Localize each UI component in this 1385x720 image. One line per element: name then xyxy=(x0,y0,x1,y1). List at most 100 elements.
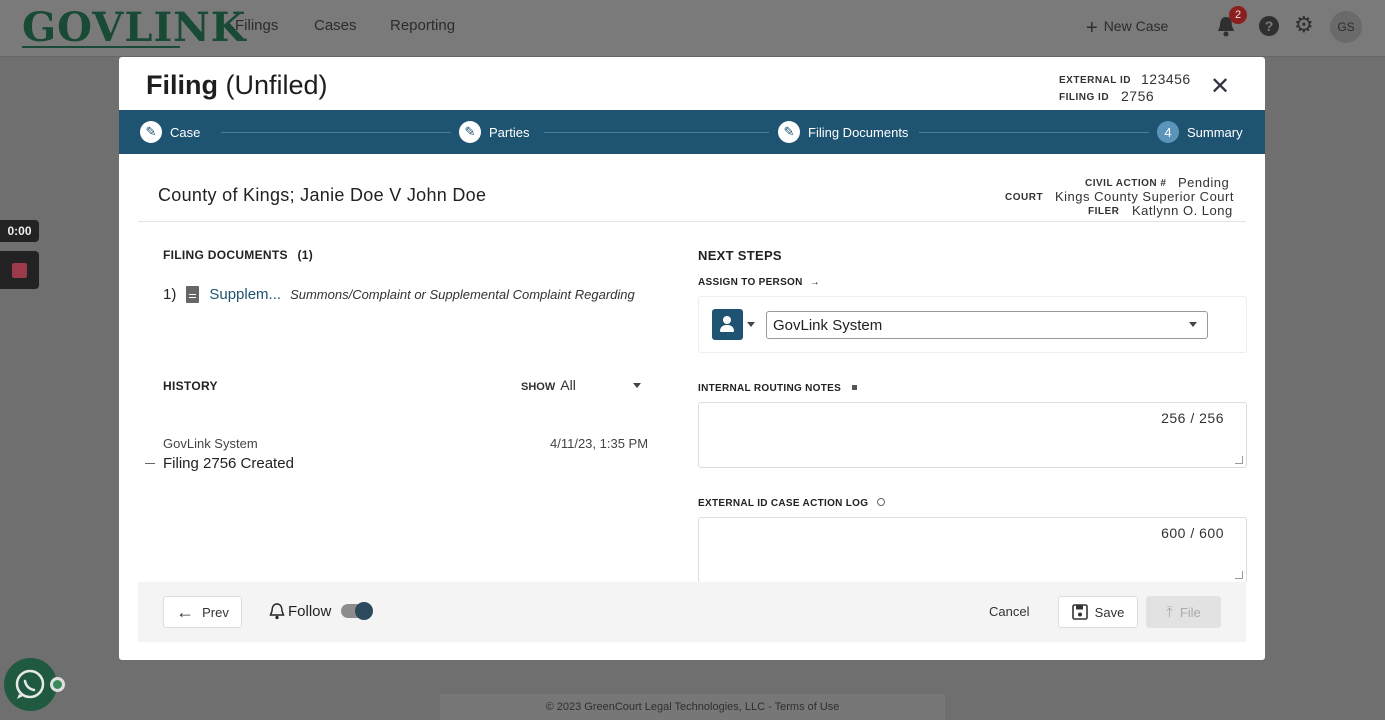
assign-to-person-label: ASSIGN TO PERSON → xyxy=(698,277,820,288)
upload-icon: ⤒ xyxy=(1166,603,1173,621)
assignee-select[interactable]: GovLink System xyxy=(766,311,1208,339)
court-value: Kings County Superior Court xyxy=(1055,189,1234,204)
modal-title-main: Filing xyxy=(146,70,218,100)
resize-handle[interactable] xyxy=(1235,571,1243,579)
filer-label: FILER xyxy=(1088,206,1120,217)
bell-outline-icon xyxy=(269,603,285,620)
step-label: Filing Documents xyxy=(808,124,909,140)
document-icon xyxy=(186,286,200,303)
civil-action-value: Pending xyxy=(1178,175,1230,190)
file-button[interactable]: ⤒ File xyxy=(1146,596,1221,628)
follow-control[interactable]: Follow xyxy=(269,602,331,620)
step-summary[interactable]: 4 Summary xyxy=(1157,121,1243,143)
history-event: Filing 2756 Created xyxy=(163,455,294,472)
footer: © 2023 GreenCourt Legal Technologies, LL… xyxy=(440,694,945,720)
close-icon[interactable]: ✕ xyxy=(1210,73,1230,101)
gear-icon[interactable]: ⚙ xyxy=(1294,14,1314,36)
civil-action-label: CIVIL ACTION # xyxy=(1085,178,1167,189)
govlink-logo[interactable]: GOVLINK xyxy=(22,4,247,51)
step-number: 4 xyxy=(1157,121,1179,143)
new-case-button[interactable]: + New Case xyxy=(1086,17,1168,40)
nav-cases[interactable]: Cases xyxy=(314,17,357,34)
nav-filings[interactable]: Filings xyxy=(235,17,278,34)
history-filter-select[interactable]: SHOW All xyxy=(521,377,576,393)
character-counter: 256 / 256 xyxy=(1161,410,1224,426)
cancel-button[interactable]: Cancel xyxy=(989,604,1029,619)
arrow-right-icon: → xyxy=(809,277,821,288)
top-nav: GOVLINK Filings Cases Reporting + New Cas… xyxy=(0,0,1385,57)
resize-handle[interactable] xyxy=(1235,456,1243,464)
court-label: COURT xyxy=(1005,192,1044,203)
follow-toggle-knob[interactable] xyxy=(355,602,373,620)
external-id-value: 123456 xyxy=(1141,71,1191,87)
document-index: 1) xyxy=(163,286,177,303)
nav-reporting[interactable]: Reporting xyxy=(390,17,455,34)
external-id-label: EXTERNAL ID xyxy=(1059,75,1131,86)
recording-timer: 0:00 xyxy=(0,220,39,242)
step-label: Summary xyxy=(1187,124,1243,140)
case-title: County of Kings; Janie Doe V John Doe xyxy=(158,185,487,205)
timeline-marker xyxy=(145,463,155,464)
chevron-down-icon[interactable] xyxy=(633,383,641,388)
pencil-icon: ✎ xyxy=(459,121,481,143)
filer-value: Katlynn O. Long xyxy=(1132,203,1233,218)
stop-recording-button[interactable] xyxy=(0,251,39,289)
routing-label-text: INTERNAL ROUTING NOTES xyxy=(698,383,842,394)
pencil-icon: ✎ xyxy=(778,121,800,143)
document-link[interactable]: Supplem... xyxy=(209,286,281,303)
arrow-left-icon: ← xyxy=(176,601,195,622)
person-icon xyxy=(723,316,731,324)
internal-routing-notes-label: INTERNAL ROUTING NOTES xyxy=(698,383,858,394)
pencil-icon: ✎ xyxy=(140,121,162,143)
prev-label: Prev xyxy=(202,604,229,620)
step-filing-documents[interactable]: ✎ Filing Documents xyxy=(778,121,908,143)
avatar[interactable]: GS xyxy=(1330,11,1362,43)
assign-label-text: ASSIGN TO PERSON xyxy=(698,277,803,288)
prev-button[interactable]: ← Prev xyxy=(163,596,242,628)
next-steps-heading: NEXT STEPS xyxy=(698,248,782,263)
step-connector xyxy=(919,132,1149,133)
divider xyxy=(138,221,1246,222)
help-icon[interactable]: ? xyxy=(1259,16,1279,36)
filing-documents-count: (1) xyxy=(297,248,314,262)
step-parties[interactable]: ✎ Parties xyxy=(459,121,529,143)
step-connector xyxy=(544,132,769,133)
external-id-action-log-label: EXTERNAL ID CASE ACTION LOG xyxy=(698,498,886,509)
new-case-label: New Case xyxy=(1103,18,1169,34)
internal-routing-notes-field[interactable]: 256 / 256 xyxy=(698,402,1247,468)
modal-title-status: (Unfiled) xyxy=(225,70,328,100)
notification-badge: 2 xyxy=(1229,6,1247,24)
online-status-indicator xyxy=(50,677,65,692)
person-type-button[interactable] xyxy=(712,309,743,340)
save-icon xyxy=(1071,604,1088,620)
step-label: Parties xyxy=(489,124,530,140)
chevron-down-icon[interactable] xyxy=(1189,322,1197,327)
save-button[interactable]: Save xyxy=(1058,596,1138,628)
list-item: 1) Supplem... Summons/Complaint or Suppl… xyxy=(163,286,635,303)
info-icon xyxy=(852,385,858,390)
history-heading: HISTORY xyxy=(163,379,218,393)
filing-documents-heading: FILING DOCUMENTS (1) xyxy=(163,248,313,262)
modal-title: Filing (Unfiled) xyxy=(146,70,328,101)
step-label: Case xyxy=(170,124,201,140)
character-counter: 600 / 600 xyxy=(1161,525,1224,541)
follow-label: Follow xyxy=(288,602,332,620)
file-label: File xyxy=(1179,604,1201,620)
history-timestamp: 4/11/23, 1:35 PM xyxy=(550,436,649,451)
step-case[interactable]: ✎ Case xyxy=(140,121,200,143)
stepper: ✎ Case ✎ Parties ✎ Filing Documents 4 Su… xyxy=(119,110,1265,154)
logo-underline xyxy=(22,46,180,48)
chevron-down-icon[interactable] xyxy=(747,322,755,327)
filing-modal: Filing (Unfiled) EXTERNAL ID 123456 FILI… xyxy=(119,57,1265,660)
action-log-label-text: EXTERNAL ID CASE ACTION LOG xyxy=(698,498,869,509)
document-description: Summons/Complaint or Supplemental Compla… xyxy=(290,287,635,302)
plus-icon: + xyxy=(1086,17,1098,39)
history-author: GovLink System xyxy=(163,436,258,451)
show-label: SHOW xyxy=(521,381,556,393)
show-value: All xyxy=(560,377,576,393)
filing-documents-title: FILING DOCUMENTS xyxy=(163,248,288,262)
external-id-action-log-field[interactable]: 600 / 600 xyxy=(698,517,1247,583)
info-icon[interactable] xyxy=(877,498,886,506)
stop-icon xyxy=(12,263,27,278)
step-connector xyxy=(221,132,451,133)
